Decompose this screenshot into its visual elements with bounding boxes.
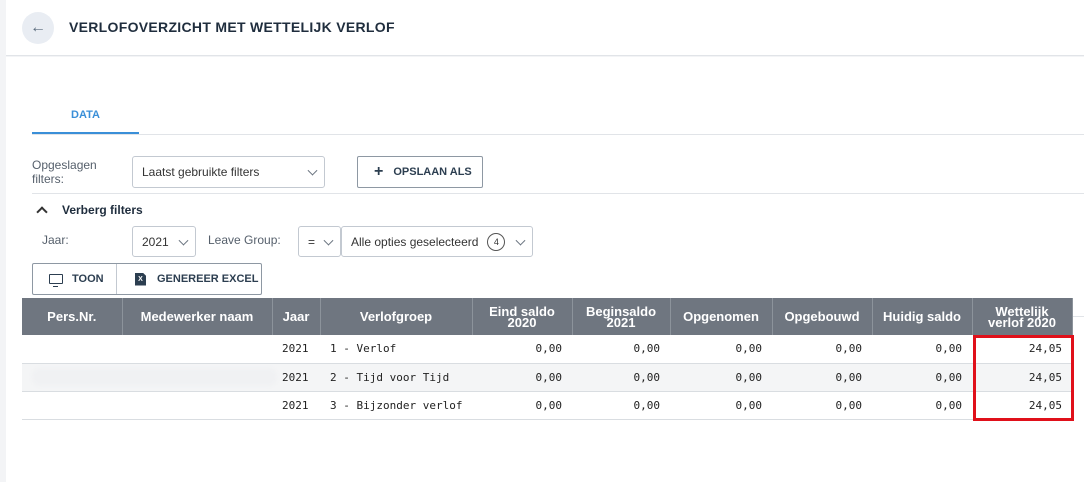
cell-statutory-leave: 24,05 [972, 363, 1072, 392]
leave-group-select[interactable]: Alle opties geselecteerd 4 [341, 226, 533, 257]
cell-end-balance: 0,00 [472, 391, 572, 420]
cell-year: 2021 [272, 335, 320, 364]
cell-current-balance: 0,00 [872, 335, 972, 364]
leave-overview-table: Pers.Nr. Medewerker naam Jaar Verlofgroe… [22, 298, 1073, 420]
column-header[interactable]: Eind saldo 2020 [472, 298, 573, 335]
column-header[interactable]: Jaar [272, 298, 321, 335]
plus-icon: + [374, 163, 384, 180]
back-button[interactable]: ← [22, 12, 54, 44]
cell-pers-nr [22, 363, 277, 392]
cell-taken: 0,00 [670, 335, 772, 364]
show-button[interactable]: TOON [33, 264, 117, 294]
cell-leave-group: 3 - Bijzonder verlof [320, 391, 472, 420]
cell-taken: 0,00 [670, 391, 772, 420]
selected-count-badge: 4 [487, 232, 506, 251]
cell-end-balance: 0,00 [472, 335, 572, 364]
cell-year: 2021 [272, 391, 320, 420]
cell-employee-name [122, 391, 272, 420]
column-header[interactable]: Pers.Nr. [22, 298, 123, 335]
show-label: TOON [72, 273, 104, 285]
page-header: ← VERLOFOVERZICHT MET WETTELIJK VERLOF [6, 0, 1084, 56]
table-row[interactable]: 2021 3 - Bijzonder verlof 0,00 0,00 0,00… [22, 391, 1072, 420]
tab-data[interactable]: DATA [32, 103, 139, 134]
saved-filters-value: Laatst gebruikte filters [142, 165, 260, 179]
table-row[interactable]: 2021 2 - Tijd voor Tijd 0,00 0,00 0,00 0… [22, 363, 1072, 392]
chevron-up-icon [36, 206, 48, 218]
page-title: VERLOFOVERZICHT MET WETTELIJK VERLOF [69, 19, 395, 35]
chevron-down-icon [323, 235, 334, 246]
generate-excel-button[interactable]: X GENEREER EXCEL [117, 264, 258, 294]
cell-year: 2021 [272, 363, 320, 392]
monitor-icon [49, 274, 63, 287]
hide-filters-label: Verberg filters [62, 203, 143, 217]
cell-leave-group: 2 - Tijd voor Tijd [320, 363, 472, 392]
column-header[interactable]: Beginsaldo 2021 [572, 298, 671, 335]
cell-current-balance: 0,00 [872, 363, 972, 392]
cell-leave-group: 1 - Verlof [320, 335, 472, 364]
year-label: Jaar: [42, 233, 69, 247]
leave-group-label: Leave Group: [208, 233, 281, 247]
cell-accrued: 0,00 [772, 363, 872, 392]
cell-current-balance: 0,00 [872, 391, 972, 420]
operator-select[interactable]: = [298, 226, 341, 257]
action-button-group: TOON X GENEREER EXCEL [32, 263, 262, 295]
chevron-down-icon [515, 235, 526, 246]
cell-statutory-leave: 24,05 [972, 335, 1072, 364]
arrow-left-icon: ← [30, 19, 46, 36]
operator-value: = [308, 234, 316, 249]
hide-filters-toggle[interactable]: Verberg filters [34, 203, 143, 218]
cell-begin-balance: 0,00 [572, 335, 670, 364]
year-select[interactable]: 2021 [132, 226, 196, 257]
leave-group-value: Alle opties geselecteerd [351, 234, 479, 249]
save-as-label: OPSLAAN ALS [393, 166, 472, 178]
column-header[interactable]: Opgebouwd [772, 298, 873, 335]
column-header[interactable]: Medewerker naam [122, 298, 273, 335]
column-header[interactable]: Verlofgroep [320, 298, 473, 335]
cell-accrued: 0,00 [772, 391, 872, 420]
excel-file-icon: X [135, 272, 146, 286]
divider [32, 193, 1084, 194]
chevron-down-icon [178, 235, 189, 246]
year-value: 2021 [142, 234, 169, 249]
save-as-button[interactable]: + OPSLAAN ALS [357, 156, 483, 188]
cell-end-balance: 0,00 [472, 363, 572, 392]
chevron-down-icon [307, 165, 318, 176]
generate-excel-label: GENEREER EXCEL [157, 273, 259, 285]
cell-pers-nr [22, 335, 122, 364]
cell-pers-nr [22, 391, 122, 420]
redacted-bar [32, 368, 277, 386]
column-header[interactable]: Opgenomen [670, 298, 773, 335]
cell-statutory-leave: 24,05 [972, 391, 1072, 420]
cell-taken: 0,00 [670, 363, 772, 392]
column-header[interactable]: Huidig saldo [872, 298, 973, 335]
table-header-row: Pers.Nr. Medewerker naam Jaar Verlofgroe… [22, 298, 1073, 335]
cell-begin-balance: 0,00 [572, 363, 670, 392]
tab-divider [32, 134, 1084, 135]
cell-accrued: 0,00 [772, 335, 872, 364]
cell-begin-balance: 0,00 [572, 391, 670, 420]
cell-employee-name [122, 335, 272, 364]
table-row[interactable]: 2021 1 - Verlof 0,00 0,00 0,00 0,00 0,00… [22, 335, 1072, 364]
saved-filters-label: Opgeslagen filters: [32, 158, 97, 186]
saved-filters-select[interactable]: Laatst gebruikte filters [132, 156, 325, 188]
column-header[interactable]: Wettelijk verlof 2020 [972, 298, 1073, 335]
